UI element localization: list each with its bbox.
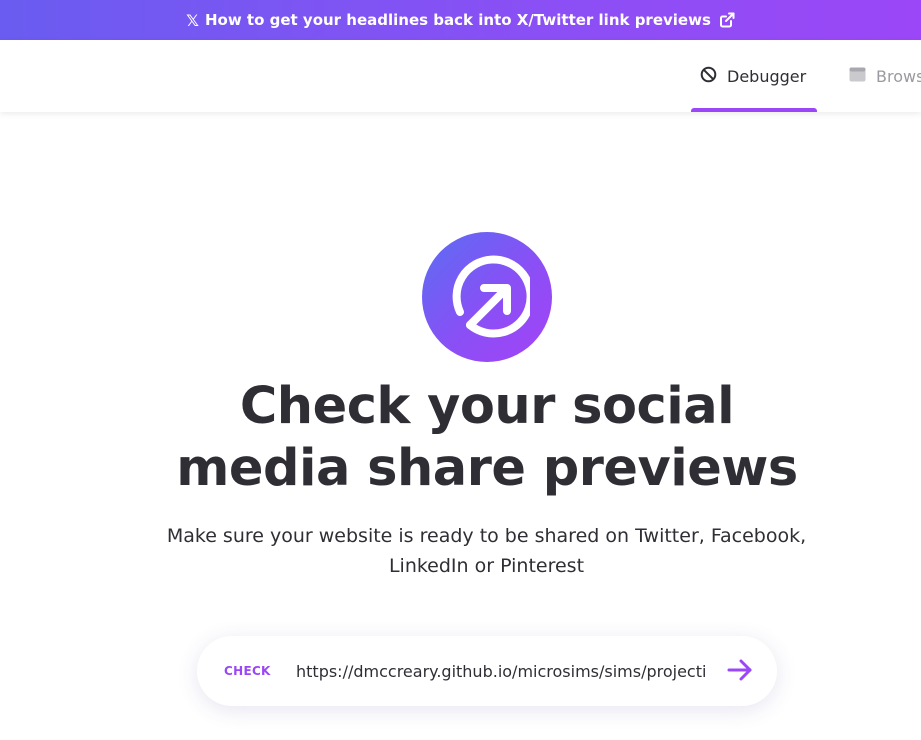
- page-title-line-2: media share previews: [176, 439, 798, 498]
- active-tab-indicator: [691, 108, 818, 112]
- external-link-icon: [719, 12, 735, 28]
- page-title: Check your social media share previews: [0, 376, 921, 500]
- check-label[interactable]: CHECK: [224, 636, 271, 706]
- url-input[interactable]: [296, 656, 706, 686]
- url-check-bar: CHECK: [197, 636, 777, 706]
- tab-debugger-label: Debugger: [727, 66, 807, 86]
- tab-debugger[interactable]: Debugger: [691, 40, 818, 112]
- tab-browser-label: Browser: [876, 66, 921, 86]
- tab-browser[interactable]: Browser: [849, 40, 921, 112]
- promo-banner[interactable]: 𝕏 How to get your headlines back into X/…: [0, 0, 921, 40]
- arrow-up-right-circle-icon: [444, 252, 535, 342]
- page-title-line-1: Check your social: [239, 377, 735, 436]
- browser-window-icon: [849, 67, 866, 86]
- top-navigation: Debugger Browser: [0, 40, 921, 112]
- brand-logo: [422, 232, 552, 362]
- x-logo-icon: 𝕏: [186, 10, 199, 30]
- promo-banner-text: How to get your headlines back into X/Tw…: [204, 11, 711, 29]
- debug-icon: [700, 66, 717, 87]
- page-subtitle: Make sure your website is ready to be sh…: [166, 525, 807, 577]
- submit-button[interactable]: [725, 658, 755, 686]
- arrow-right-icon: [727, 659, 753, 685]
